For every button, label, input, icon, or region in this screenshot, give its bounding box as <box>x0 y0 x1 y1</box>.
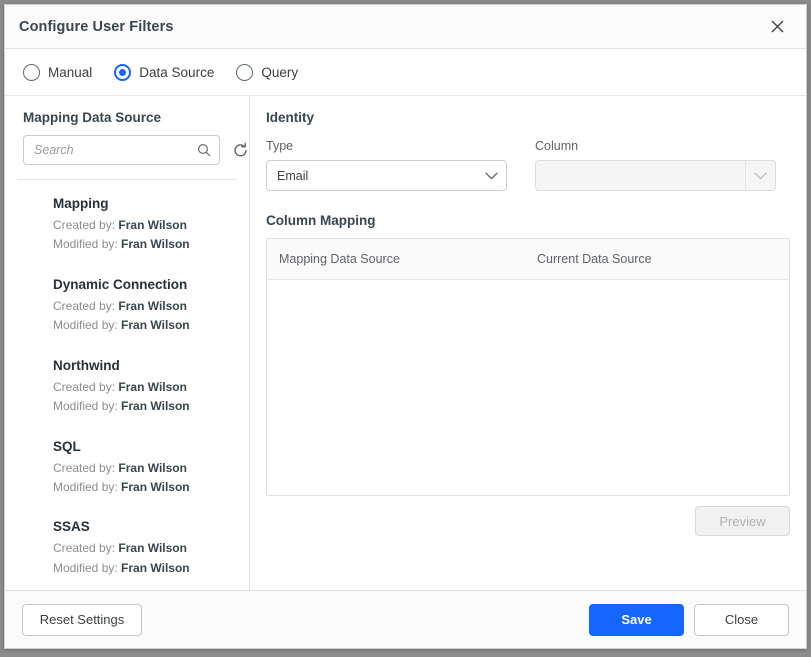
close-icon[interactable] <box>764 14 790 40</box>
search-input[interactable] <box>34 143 197 157</box>
dialog-titlebar: Configure User Filters <box>5 5 806 49</box>
list-item-created-by: Created by: Fran Wilson <box>53 378 231 397</box>
type-label: Type <box>266 139 507 153</box>
radio-option-manual[interactable]: Manual <box>23 64 92 81</box>
list-item-name: SQL <box>53 439 231 454</box>
column-label: Column <box>535 139 776 153</box>
list-item-created-by: Created by: Fran Wilson <box>53 216 231 235</box>
list-item-modified-by: Modified by: Fran Wilson <box>53 397 231 416</box>
list-item[interactable]: Dynamic Connection Created by: Fran Wilso… <box>5 277 249 336</box>
type-field: Type Email <box>266 139 507 191</box>
type-dropdown-value: Email <box>277 169 476 183</box>
table-body <box>267 280 789 495</box>
modified-by-value: Fran Wilson <box>121 318 190 332</box>
modified-by-value: Fran Wilson <box>121 561 190 575</box>
list-item[interactable]: SQLCreated by: Fran WilsonModified by: F… <box>5 439 249 498</box>
list-item[interactable]: SSASCreated by: Fran WilsonModified by: … <box>5 519 249 578</box>
data-source-list[interactable]: MappingCreated by: Fran WilsonModified b… <box>5 180 249 590</box>
list-item-name: Mapping <box>53 196 231 211</box>
list-item-modified-by: Modified by: Fran Wilson <box>53 235 231 254</box>
column-mapping-table: Mapping Data Source Current Data Source <box>266 238 790 496</box>
preview-button[interactable]: Preview <box>695 506 790 536</box>
column-header-mapping-data-source: Mapping Data Source <box>267 252 525 266</box>
radio-option-data-source[interactable]: Data Source <box>114 64 214 81</box>
mapping-data-source-panel: Mapping Data Source <box>5 96 250 590</box>
created-by-value: Fran Wilson <box>118 380 187 394</box>
column-mapping-title: Column Mapping <box>266 213 790 228</box>
dialog-title: Configure User Filters <box>19 19 764 35</box>
search-box[interactable] <box>23 135 220 165</box>
created-by-value: Fran Wilson <box>118 461 187 475</box>
identity-fields: Type Email Column <box>266 139 790 191</box>
list-item-created-by: Created by: Fran Wilson <box>53 539 231 558</box>
created-by-label: Created by: <box>53 299 115 313</box>
list-item-name: SSAS <box>53 519 231 534</box>
modified-by-label: Modified by: <box>53 399 118 413</box>
close-button[interactable]: Close <box>694 604 789 636</box>
dialog-footer: Reset Settings Save Close <box>5 590 806 648</box>
list-item-name: Dynamic Connection <box>53 277 231 292</box>
modified-by-label: Modified by: <box>53 318 118 332</box>
radio-label-query: Query <box>261 65 298 80</box>
left-panel-header: Mapping Data Source <box>5 96 249 165</box>
list-item[interactable]: NorthwindCreated by: Fran WilsonModified… <box>5 358 249 417</box>
chevron-down-icon <box>745 161 775 190</box>
column-field: Column <box>535 139 776 191</box>
identity-title: Identity <box>266 110 790 125</box>
list-item-modified-by: Modified by: Fran Wilson <box>53 478 231 497</box>
created-by-label: Created by: <box>53 218 115 232</box>
modified-by-value: Fran Wilson <box>121 399 190 413</box>
list-item-created-by: Created by: Fran Wilson <box>53 297 231 316</box>
radio-label-data-source: Data Source <box>139 65 214 80</box>
list-item-modified-by: Modified by: Fran Wilson <box>53 559 231 578</box>
modified-by-value: Fran Wilson <box>121 237 190 251</box>
modified-by-label: Modified by: <box>53 561 118 575</box>
refresh-icon[interactable] <box>232 142 249 159</box>
created-by-value: Fran Wilson <box>118 541 187 555</box>
mode-selector: Manual Data Source Query <box>5 49 806 96</box>
created-by-label: Created by: <box>53 380 115 394</box>
created-by-label: Created by: <box>53 461 115 475</box>
radio-circle-manual <box>23 64 40 81</box>
type-dropdown[interactable]: Email <box>266 160 507 191</box>
dialog-body: Mapping Data Source <box>5 96 806 590</box>
modified-by-value: Fran Wilson <box>121 480 190 494</box>
radio-circle-query <box>236 64 253 81</box>
list-item-name: Northwind <box>53 358 231 373</box>
save-button[interactable]: Save <box>589 604 684 636</box>
list-item[interactable]: MappingCreated by: Fran WilsonModified b… <box>5 196 249 255</box>
table-header-row: Mapping Data Source Current Data Source <box>267 239 789 280</box>
search-icon <box>197 143 211 157</box>
radio-option-query[interactable]: Query <box>236 64 298 81</box>
mapping-data-source-title: Mapping Data Source <box>23 110 231 125</box>
search-row <box>23 135 231 165</box>
radio-label-manual: Manual <box>48 65 92 80</box>
modified-by-label: Modified by: <box>53 237 118 251</box>
modified-by-label: Modified by: <box>53 480 118 494</box>
radio-circle-data-source <box>114 64 131 81</box>
preview-row: Preview <box>266 506 790 536</box>
identity-panel: Identity Type Email Column <box>250 96 806 590</box>
chevron-down-icon <box>476 172 506 180</box>
configure-user-filters-dialog: Configure User Filters Manual Data Sourc… <box>4 4 807 649</box>
created-by-label: Created by: <box>53 541 115 555</box>
created-by-value: Fran Wilson <box>118 218 187 232</box>
column-header-current-data-source: Current Data Source <box>525 252 789 266</box>
column-dropdown <box>535 160 776 191</box>
reset-settings-button[interactable]: Reset Settings <box>22 604 142 636</box>
list-item-modified-by: Modified by: Fran Wilson <box>53 316 231 335</box>
list-item-created-by: Created by: Fran Wilson <box>53 459 231 478</box>
created-by-value: Fran Wilson <box>118 299 187 313</box>
